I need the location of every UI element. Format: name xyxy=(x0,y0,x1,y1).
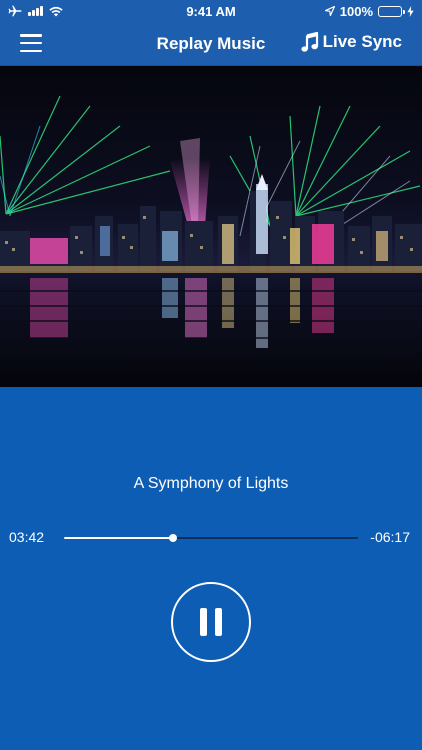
pause-icon xyxy=(200,608,207,636)
status-right: 100% xyxy=(282,4,422,19)
progress-thumb[interactable] xyxy=(168,534,177,542)
live-sync-button[interactable]: Live Sync xyxy=(301,32,402,52)
music-note-icon xyxy=(301,32,318,52)
elapsed-time: 03:42 xyxy=(9,529,45,545)
player-screen: 9:41 AM 100% Replay Music Live Sync A Sy… xyxy=(0,0,422,750)
location-arrow-icon xyxy=(324,6,335,16)
battery-percentage: 100% xyxy=(339,3,373,19)
status-bar: 9:41 AM 100% xyxy=(0,0,422,22)
status-time: 9:41 AM xyxy=(186,3,236,19)
pause-button[interactable] xyxy=(171,582,251,662)
airplane-icon xyxy=(8,5,22,17)
wifi-icon xyxy=(49,6,63,16)
progress-slider[interactable] xyxy=(64,534,358,542)
track-title: A Symphony of Lights xyxy=(133,475,289,492)
pause-icon xyxy=(215,608,222,636)
hamburger-menu-icon[interactable] xyxy=(20,34,42,52)
live-sync-label: Live Sync xyxy=(322,32,402,51)
status-left xyxy=(0,5,140,17)
nav-bar: Replay Music Live Sync xyxy=(0,22,422,66)
signal-icon xyxy=(28,6,43,16)
album-artwork xyxy=(0,66,422,387)
battery-icon xyxy=(378,5,405,17)
progress-fill xyxy=(64,537,173,539)
charging-bolt-icon xyxy=(407,5,414,17)
remaining-time: -06:17 xyxy=(370,529,410,545)
